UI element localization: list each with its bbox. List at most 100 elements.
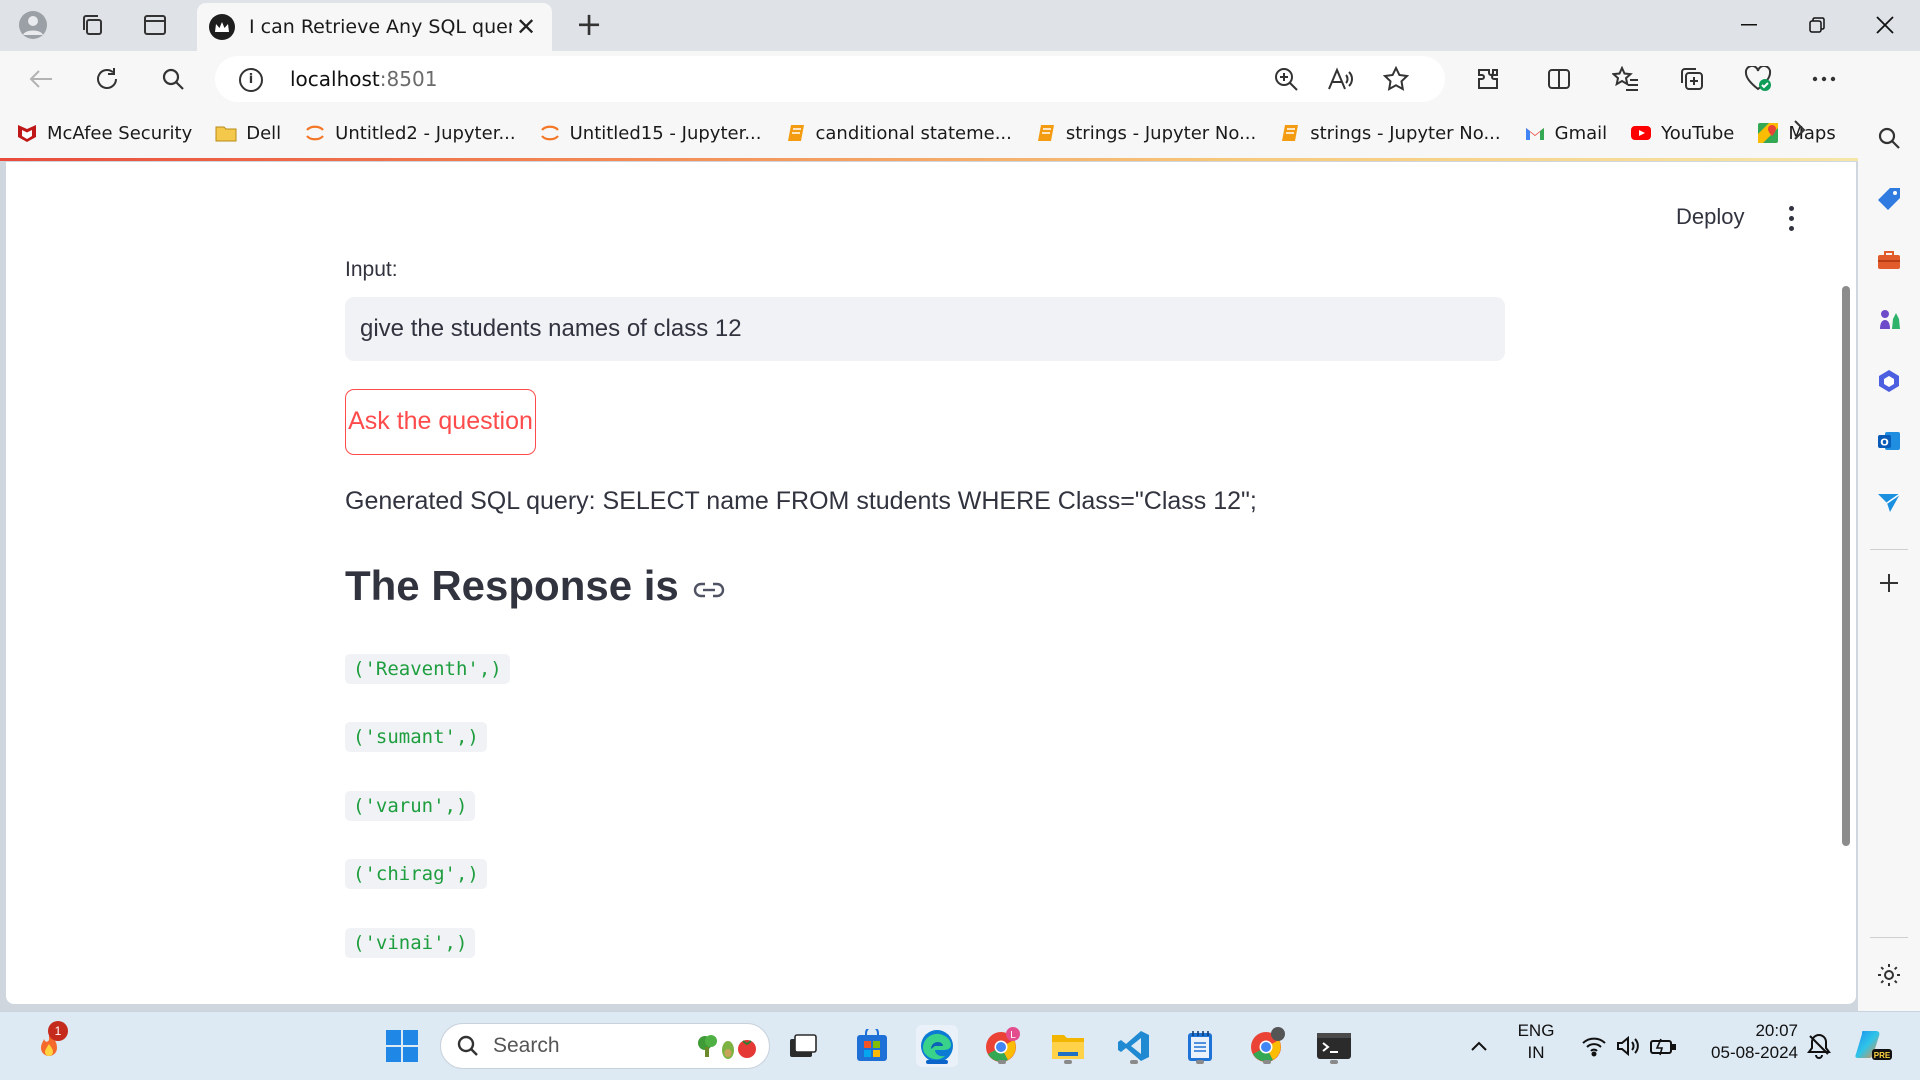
chrome-icon[interactable]: [1246, 1025, 1288, 1067]
jupyter-icon: [306, 125, 325, 141]
running-indicator: [1263, 1060, 1271, 1064]
copilot-pre-icon[interactable]: PRE: [1852, 1025, 1894, 1067]
send-drop-icon[interactable]: [1871, 484, 1907, 520]
back-icon[interactable]: [22, 60, 60, 98]
favorites-icon[interactable]: [1607, 60, 1645, 98]
tab-actions-icon[interactable]: [137, 8, 173, 42]
close-tab-icon[interactable]: ✕: [512, 13, 540, 41]
active-tab[interactable]: I can Retrieve Any SQL query ✕: [197, 3, 552, 51]
svg-text:PRE: PRE: [1874, 1051, 1891, 1060]
result-row: ('sumant',): [345, 722, 487, 752]
add-sidebar-app-icon[interactable]: [1871, 565, 1907, 601]
bookmark-strings-1[interactable]: strings - Jupyter No...: [1035, 122, 1256, 144]
loading-accent-line: [0, 158, 1858, 161]
folder-icon: [215, 126, 237, 142]
refresh-icon[interactable]: [88, 60, 126, 98]
bookmark-untitled15[interactable]: Untitled15 - Jupyter...: [539, 122, 762, 144]
result-row: ('chirag',): [345, 859, 487, 889]
running-indicator: [1130, 1060, 1138, 1064]
input-language-indicator[interactable]: ENG IN: [1506, 1020, 1566, 1064]
split-screen-icon[interactable]: [1540, 60, 1578, 98]
profile-icon[interactable]: [15, 8, 51, 42]
response-heading: The Response is: [345, 562, 725, 610]
workspaces-icon[interactable]: [74, 8, 110, 42]
gmail-icon: [1525, 128, 1544, 140]
youtube-icon: [1631, 126, 1652, 140]
notification-badge: 1: [48, 1021, 68, 1041]
microsoft-store-icon[interactable]: [851, 1025, 893, 1067]
clock[interactable]: 20:07 05-08-2024: [1688, 1020, 1798, 1064]
bookmark-dell[interactable]: Dell: [215, 122, 281, 144]
result-row: ('Reaventh',): [345, 654, 510, 684]
favorite-star-icon[interactable]: [1381, 64, 1411, 94]
bookmark-untitled2[interactable]: Untitled2 - Jupyter...: [304, 122, 516, 144]
jupyter-icon: [540, 125, 559, 141]
shopping-tag-icon[interactable]: [1871, 181, 1907, 217]
vscode-icon[interactable]: [1113, 1025, 1155, 1067]
mcafee-icon: [18, 125, 36, 142]
read-aloud-icon[interactable]: [1325, 64, 1355, 94]
terminal-icon[interactable]: [1313, 1025, 1355, 1067]
start-windows-icon[interactable]: [381, 1025, 423, 1067]
browser-essentials-icon[interactable]: [1739, 60, 1777, 98]
notebook-icon: [1037, 125, 1054, 141]
zoom-icon[interactable]: [1271, 64, 1301, 94]
battery-charging-icon[interactable]: [1642, 1025, 1684, 1067]
generated-sql-text: Generated SQL query: SELECT name FROM st…: [345, 487, 1257, 515]
main-menu-kebab-icon[interactable]: [1786, 206, 1796, 232]
result-row: ('varun',): [345, 791, 476, 821]
question-input[interactable]: give the students names of class 12: [345, 297, 1505, 361]
tools-briefcase-icon[interactable]: [1871, 242, 1907, 278]
site-info-icon[interactable]: i: [239, 68, 263, 92]
ask-question-button[interactable]: Ask the question: [345, 389, 536, 455]
running-indicator: [998, 1060, 1006, 1064]
games-chess-icon[interactable]: [1871, 302, 1907, 338]
bookmark-conditional[interactable]: canditional stateme...: [785, 122, 1012, 144]
microsoft-365-icon[interactable]: [1871, 363, 1907, 399]
search-icon: [457, 1035, 478, 1056]
notifications-bell-icon[interactable]: [1798, 1025, 1840, 1067]
more-options-icon[interactable]: [1805, 60, 1843, 98]
close-window-icon[interactable]: [1865, 8, 1905, 42]
search-highlight-veggies-icon: [698, 1035, 756, 1059]
anchor-link-icon[interactable]: [693, 581, 725, 599]
deploy-button[interactable]: Deploy: [1676, 204, 1744, 230]
windows-taskbar: 1 Search L ENG IN 20:07 05-08-2024 PRE: [0, 1011, 1920, 1080]
collections-icon[interactable]: [1673, 60, 1711, 98]
running-indicator: [1064, 1060, 1072, 1064]
edge-sidebar: O: [1858, 51, 1920, 1011]
browser-toolbar: i localhost:8501: [0, 51, 1920, 107]
search-icon[interactable]: [154, 60, 192, 98]
extensions-icon[interactable]: [1469, 60, 1507, 98]
svg-text:L: L: [1010, 1030, 1016, 1041]
bookmark-mcafee[interactable]: McAfee Security: [16, 122, 192, 144]
page-scrollbar[interactable]: [1842, 286, 1850, 846]
notepad-icon[interactable]: [1179, 1025, 1221, 1067]
notebook-icon: [1282, 125, 1299, 141]
input-label: Input:: [345, 258, 398, 281]
task-view-icon[interactable]: [782, 1025, 824, 1067]
running-indicator: [1330, 1060, 1338, 1064]
widgets-weather-icon[interactable]: 1: [28, 1021, 70, 1067]
bookmarks-overflow-chevron-icon[interactable]: [1792, 119, 1806, 147]
bookmark-gmail[interactable]: Gmail: [1524, 122, 1607, 144]
chrome-profile-icon[interactable]: L: [981, 1025, 1023, 1067]
bookmark-youtube[interactable]: YouTube: [1630, 122, 1734, 144]
outlook-icon[interactable]: O: [1871, 423, 1907, 459]
minimize-icon[interactable]: [1729, 8, 1769, 42]
bookmark-strings-2[interactable]: strings - Jupyter No...: [1279, 122, 1501, 144]
file-explorer-icon[interactable]: [1047, 1025, 1089, 1067]
streamlit-crown-icon: [209, 14, 235, 40]
running-indicator: [926, 1060, 948, 1064]
edge-browser-icon[interactable]: [916, 1025, 958, 1067]
sidebar-search-icon[interactable]: [1871, 120, 1907, 156]
show-hidden-icons-chevron-icon[interactable]: [1458, 1025, 1500, 1067]
restore-icon[interactable]: [1797, 8, 1837, 42]
browser-tab-bar: I can Retrieve Any SQL query ✕ +: [0, 0, 1920, 51]
streamlit-app-page: Deploy Input: give the students names of…: [6, 162, 1856, 1004]
new-tab-icon[interactable]: +: [571, 8, 607, 42]
svg-text:O: O: [1880, 438, 1889, 449]
taskbar-search-input[interactable]: Search: [440, 1023, 770, 1069]
address-bar[interactable]: i localhost:8501: [215, 56, 1445, 102]
sidebar-settings-gear-icon[interactable]: [1871, 957, 1907, 993]
